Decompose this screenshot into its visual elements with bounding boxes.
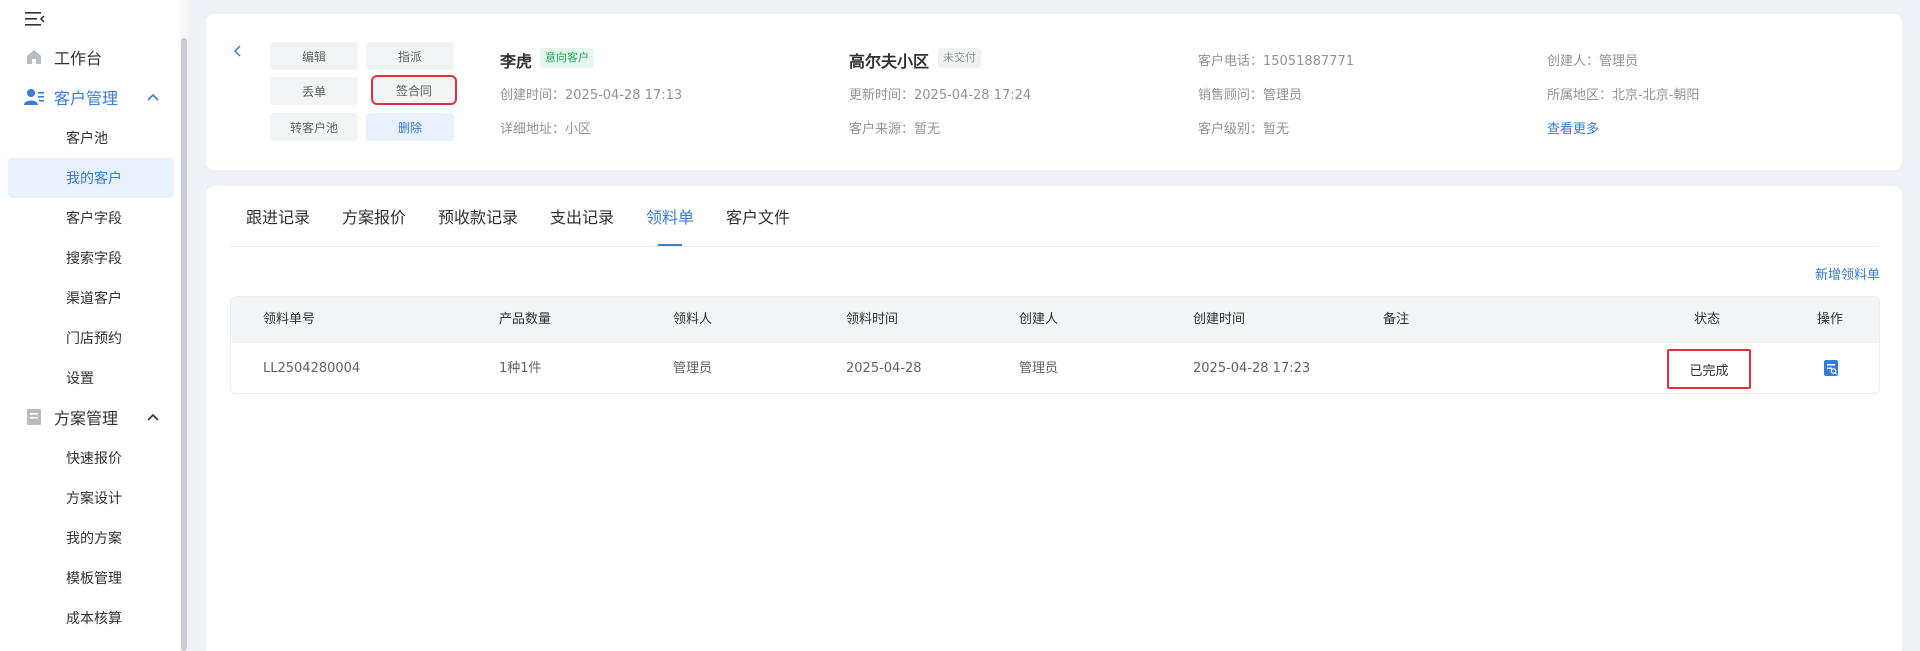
sales-consultant: 销售顾问：管理员 (1198, 88, 1303, 103)
menu-group-label: 工作台 (54, 49, 103, 68)
menu-group-workbench[interactable]: 工作台 (8, 39, 174, 75)
requisition-table: 领料单号 产品数量 领料人 领料时间 创建人 创建时间 备注 状态 操作 LL2… (230, 296, 1880, 394)
view-more-link[interactable]: 查看更多 (1547, 118, 1599, 137)
home-icon (24, 47, 44, 67)
product-qty: 1种1件 (499, 361, 542, 376)
tab-customer-files[interactable]: 客户文件 (726, 204, 790, 244)
sidebar-item-store-booking[interactable]: 门店预约 (8, 318, 174, 358)
tab-material-requisition[interactable]: 领料单 (646, 204, 694, 244)
sidebar-item-my-customers[interactable]: 我的客户 (8, 158, 174, 198)
sign-contract-button[interactable]: 签合同 (371, 75, 457, 105)
row-creator: 管理员 (1019, 361, 1059, 376)
menu-group-plan[interactable]: 方案管理 (8, 399, 174, 435)
requisition-no: LL2504280004 (263, 361, 361, 376)
sidebar-item-template-manage[interactable]: 模板管理 (8, 558, 174, 598)
updated-time: 更新时间：2025-04-28 17:24 (849, 88, 1032, 103)
detail-tabs-card: 跟进记录 方案报价 预收款记录 支出记录 领料单 客户文件 新增领料单 领料单号… (206, 186, 1902, 651)
creator: 创建人：管理员 (1547, 54, 1639, 69)
row-created-time: 2025-04-28 17:23 (1193, 361, 1311, 376)
delete-button[interactable]: 删除 (366, 113, 454, 141)
sidebar-scrollbar[interactable] (180, 0, 188, 651)
project-status-badge: 未交付 (938, 48, 981, 68)
sidebar-item-customer-pool[interactable]: 客户池 (8, 118, 174, 158)
region: 所属地区：北京-北京-朝阳 (1547, 88, 1700, 103)
tab-expense[interactable]: 支出记录 (550, 204, 614, 244)
sidebar-item-my-plans[interactable]: 我的方案 (8, 518, 174, 558)
menu-collapse-icon[interactable] (24, 10, 46, 28)
tab-prepayment[interactable]: 预收款记录 (438, 204, 518, 244)
tab-follow-up[interactable]: 跟进记录 (246, 204, 310, 244)
document-icon (24, 407, 44, 427)
chevron-up-icon (147, 413, 159, 421)
chevron-up-icon (147, 93, 159, 101)
customer-phone: 客户电话：15051887771 (1198, 54, 1354, 69)
assign-button[interactable]: 指派 (366, 42, 454, 70)
scrollbar-thumb[interactable] (181, 38, 187, 651)
table-row[interactable]: LL2504280004 1种1件 管理员 2025-04-28 管理员 202… (231, 343, 1879, 393)
menu-group-label: 客户管理 (54, 89, 119, 108)
back-arrow-icon[interactable] (232, 44, 244, 58)
created-time: 创建时间：2025-04-28 17:13 (500, 88, 683, 103)
status-badge: 已完成 (1667, 349, 1751, 389)
column-header: 备注 (1383, 312, 1410, 327)
tabs-divider (230, 246, 1878, 247)
column-header: 领料人 (673, 312, 713, 327)
sidebar-item-cost-accounting[interactable]: 成本核算 (8, 598, 174, 638)
customer-source: 客户来源：暂无 (849, 122, 941, 137)
sidebar-item-settings[interactable]: 设置 (8, 358, 174, 398)
customer-level: 客户级别：暂无 (1198, 122, 1290, 137)
customer-info-card: 编辑 指派 丢单 签合同 转客户池 删除 李虎 意向客户 创建时间：2025-0… (206, 14, 1902, 170)
sidebar-item-search-fields[interactable]: 搜索字段 (8, 238, 174, 278)
column-header: 产品数量 (499, 312, 552, 327)
column-header: 领料时间 (846, 312, 899, 327)
sidebar-item-channel-customers[interactable]: 渠道客户 (8, 278, 174, 318)
picker: 管理员 (673, 361, 713, 376)
edit-button[interactable]: 编辑 (270, 42, 358, 70)
column-header: 创建时间 (1193, 312, 1246, 327)
view-detail-icon[interactable] (1823, 359, 1839, 377)
sidebar: 工作台 客户管理 客户池 我的客户 客户字段 搜索字段 渠道客户 门店预约 设置… (0, 0, 188, 651)
menu-group-label: 方案管理 (54, 409, 119, 428)
sidebar-item-customer-fields[interactable]: 客户字段 (8, 198, 174, 238)
tab-quotation[interactable]: 方案报价 (342, 204, 406, 244)
detail-address: 详细地址：小区 (500, 122, 592, 137)
column-header: 状态 (1694, 312, 1721, 327)
column-header: 操作 (1817, 312, 1844, 327)
customer-name: 李虎 (500, 52, 533, 71)
column-header: 领料单号 (263, 312, 316, 327)
lose-order-button[interactable]: 丢单 (270, 77, 358, 105)
sidebar-item-quick-quote[interactable]: 快速报价 (8, 438, 174, 478)
customer-icon (24, 87, 44, 107)
project-name: 高尔夫小区 (849, 52, 930, 71)
table-header: 领料单号 产品数量 领料人 领料时间 创建人 创建时间 备注 状态 操作 (231, 297, 1879, 343)
menu-group-customer[interactable]: 客户管理 (8, 79, 174, 115)
sidebar-item-plan-design[interactable]: 方案设计 (8, 478, 174, 518)
column-header: 创建人 (1019, 312, 1059, 327)
pick-time: 2025-04-28 (846, 361, 922, 376)
add-requisition-button[interactable]: 新增领料单 (1815, 264, 1880, 283)
to-pool-button[interactable]: 转客户池 (270, 113, 358, 141)
customer-status-badge: 意向客户 (540, 48, 594, 68)
